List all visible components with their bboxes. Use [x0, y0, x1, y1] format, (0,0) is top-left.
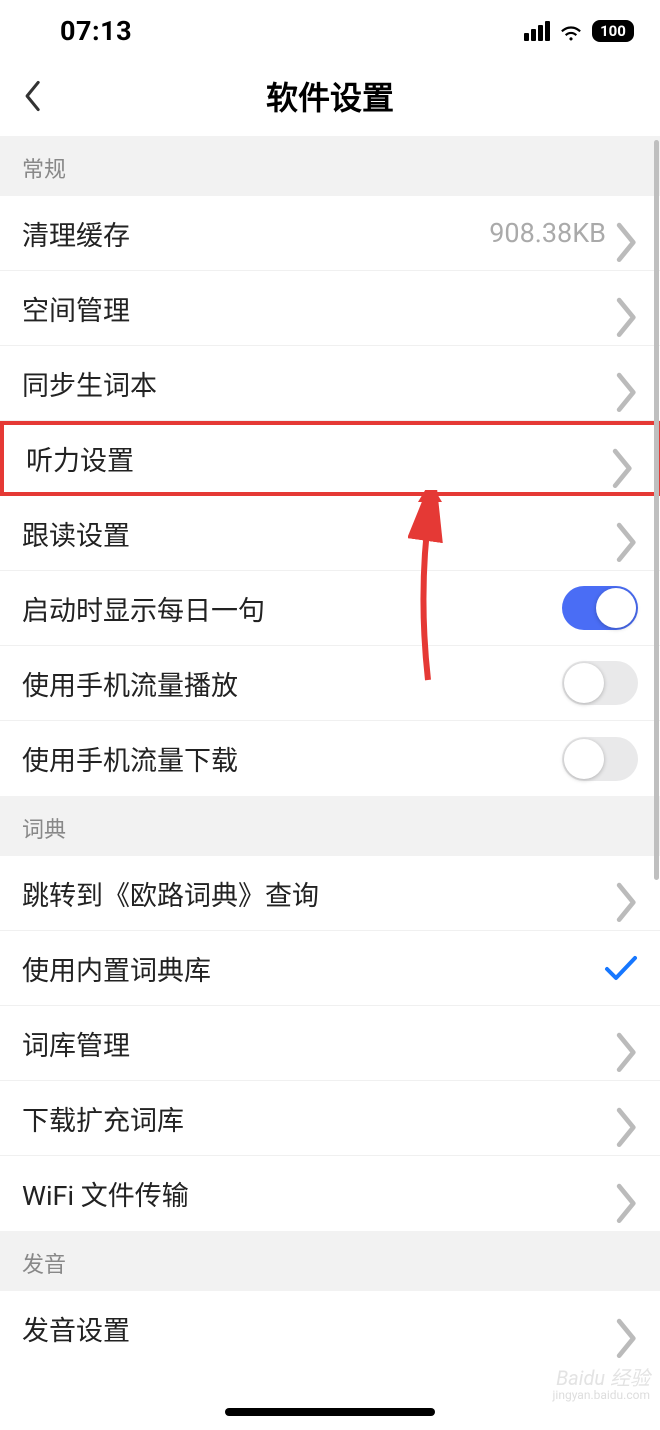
row-label: 启动时显示每日一句 [22, 589, 265, 628]
row-sync-vocabulary[interactable]: 同步生词本 [0, 346, 660, 421]
row-cellular-play: 使用手机流量播放 [0, 646, 660, 721]
row-daily-sentence: 启动时显示每日一句 [0, 571, 660, 646]
row-label: 使用内置词典库 [22, 949, 211, 988]
row-space-management[interactable]: 空间管理 [0, 271, 660, 346]
row-download-dictionary[interactable]: 下载扩充词库 [0, 1081, 660, 1156]
status-bar: 07:13 100 [0, 0, 660, 56]
section-header-dictionary: 词典 [0, 796, 660, 856]
chevron-right-icon [616, 1032, 638, 1054]
nav-header: 软件设置 [0, 56, 660, 136]
chevron-right-icon [616, 1107, 638, 1129]
row-pronunciation-settings[interactable]: 发音设置 [0, 1291, 660, 1366]
chevron-right-icon [616, 222, 638, 244]
battery-icon: 100 [592, 20, 634, 42]
row-dictionary-management[interactable]: 词库管理 [0, 1006, 660, 1081]
chevron-right-icon [612, 448, 634, 470]
row-label: 使用手机流量播放 [22, 664, 238, 703]
row-follow-reading-settings[interactable]: 跟读设置 [0, 496, 660, 571]
chevron-right-icon [616, 882, 638, 904]
chevron-right-icon [616, 1183, 638, 1205]
row-builtin-dictionary[interactable]: 使用内置词典库 [0, 931, 660, 1006]
row-label: 空间管理 [22, 289, 130, 328]
row-label: 下载扩充词库 [22, 1099, 184, 1138]
row-label: 跳转到《欧路词典》查询 [22, 874, 319, 913]
toggle-daily-sentence[interactable] [562, 586, 638, 630]
watermark-url: jingyan.baidu.com [553, 1389, 650, 1402]
row-clear-cache[interactable]: 清理缓存 908.38KB [0, 196, 660, 271]
status-time: 07:13 [60, 15, 132, 47]
row-label: 发音设置 [22, 1309, 130, 1348]
row-label: WiFi 文件传输 [22, 1174, 189, 1213]
toggle-cellular-download[interactable] [562, 737, 638, 781]
row-label: 使用手机流量下载 [22, 739, 238, 778]
section-header-general: 常规 [0, 136, 660, 196]
cache-size-value: 908.38KB [489, 217, 606, 249]
back-button[interactable] [14, 78, 50, 114]
scroll-indicator[interactable] [654, 140, 659, 880]
row-wifi-transfer[interactable]: WiFi 文件传输 [0, 1156, 660, 1231]
toggle-cellular-play[interactable] [562, 661, 638, 705]
checkmark-icon [604, 954, 638, 982]
chevron-right-icon [616, 1318, 638, 1340]
cellular-signal-icon [524, 21, 550, 41]
row-label: 同步生词本 [22, 364, 157, 403]
chevron-right-icon [616, 522, 638, 544]
row-cellular-download: 使用手机流量下载 [0, 721, 660, 796]
row-label: 清理缓存 [22, 214, 130, 253]
row-label: 跟读设置 [22, 514, 130, 553]
watermark: Baidu 经验 jingyan.baidu.com [553, 1367, 650, 1402]
chevron-right-icon [616, 297, 638, 319]
home-indicator[interactable] [225, 1408, 435, 1416]
section-header-pronunciation: 发音 [0, 1231, 660, 1291]
row-jump-eudic[interactable]: 跳转到《欧路词典》查询 [0, 856, 660, 931]
page-title: 软件设置 [266, 73, 394, 119]
wifi-icon [558, 21, 584, 41]
status-icons: 100 [524, 20, 634, 42]
watermark-text: Baidu 经验 [553, 1367, 650, 1389]
chevron-right-icon [616, 372, 638, 394]
row-label: 词库管理 [22, 1024, 130, 1063]
row-label: 听力设置 [26, 439, 134, 478]
row-listening-settings[interactable]: 听力设置 [0, 421, 660, 496]
